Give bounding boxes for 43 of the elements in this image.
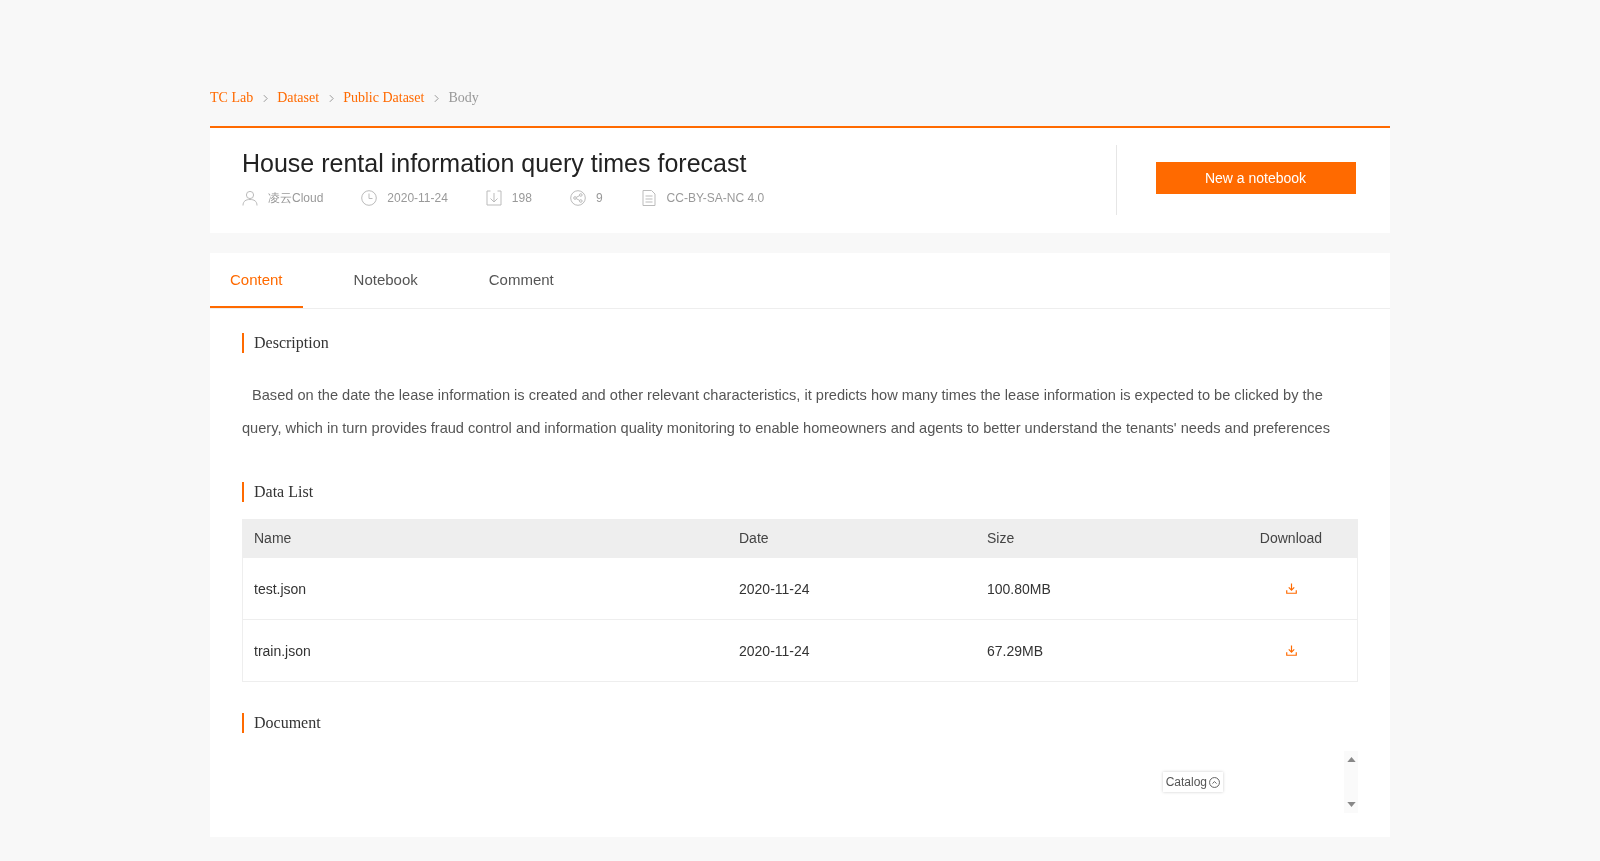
size-cell-text: 100.80MB [986,580,1052,597]
date-cell-text: 2020-11-24 [738,580,811,597]
person-icon [242,190,258,206]
catalog-button[interactable]: Catalog [1162,772,1223,792]
breadcrumb-link[interactable]: Dataset [277,88,320,108]
section-heading: Document [242,713,1358,733]
meta-text: 2020-11-24 [387,191,448,205]
column-header: Name [253,530,293,546]
clock-icon [361,190,378,206]
new-notebook-button[interactable]: New a notebook [1155,162,1356,194]
meta-text: CC-BY-SA-NC 4.0 [666,191,765,205]
column-header: Date [738,530,770,546]
download-icon[interactable] [1285,583,1297,594]
download-icon [485,190,502,206]
scroll-up-icon[interactable] [1346,757,1356,762]
column-header: Download [1258,530,1324,546]
scrollbar[interactable] [1344,751,1358,813]
section-heading: Data List [242,482,1358,502]
tab[interactable]: Content [210,253,303,308]
tab[interactable]: Comment [468,253,574,308]
chevron-right-icon [329,93,335,103]
breadcrumb-link[interactable]: Body [448,88,479,108]
share-icon [569,190,586,206]
size-cell-text: 67.29MB [986,642,1045,659]
column-header: Size [986,530,1016,546]
file-name-cell-text: test.json [253,580,308,597]
chevron-up-circle-icon [1209,776,1220,788]
meta-text: 198 [511,191,532,205]
section-heading: Description [242,333,1358,353]
document-icon [640,190,657,206]
download-icon[interactable] [1285,645,1297,656]
description-text: Based on the date the lease information is created and other relevant characteristics, it predicts how many times the lease information is expected to be clicked by the query, which in turn provides fraud control and information quality monitoring to enable homeowners and agents to better understand the tenants' needs and preferences [242,386,1331,438]
chevron-right-icon [434,93,440,103]
dataset-title: House rental information query times forecast [242,148,748,179]
date-cell-text: 2020-11-24 [738,642,811,659]
meta-text: 9 [595,191,603,205]
scroll-down-icon[interactable] [1346,802,1356,807]
tab[interactable]: Notebook [333,253,438,308]
file-name-cell-text: train.json [253,642,312,659]
chevron-right-icon [263,93,269,103]
breadcrumb-link[interactable]: Public Dataset [343,88,425,108]
meta-text: 凌云Cloud [268,189,324,207]
breadcrumb-link[interactable]: TC Lab [210,88,254,108]
